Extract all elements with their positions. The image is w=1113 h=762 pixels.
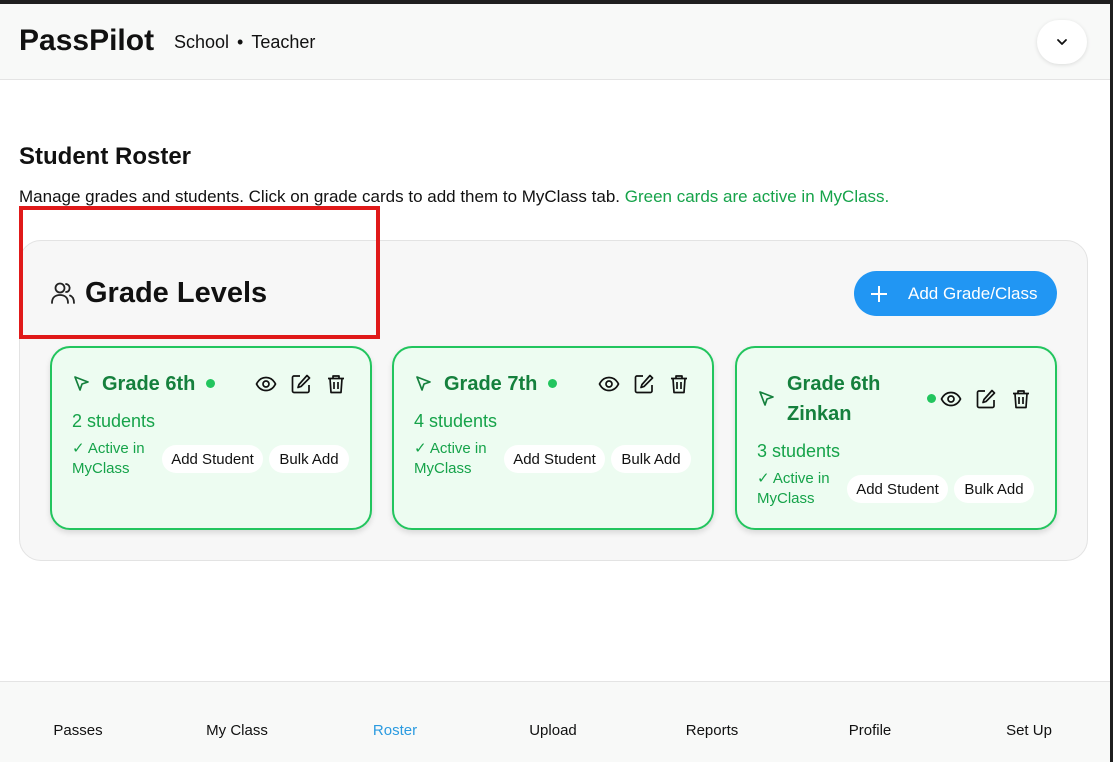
description-highlight: Green cards are active in MyClass. — [624, 187, 890, 206]
app-header: PassPilot School • Teacher — [0, 4, 1110, 80]
cursor-pointer-icon — [759, 391, 774, 406]
description-text: Manage grades and students. Click on gra… — [19, 187, 620, 206]
bulk-add-button[interactable]: Bulk Add — [954, 475, 1034, 503]
view-eye-icon[interactable] — [940, 388, 962, 410]
active-in-myclass-label: ✓ Active in MyClass — [72, 440, 145, 477]
trash-icon[interactable] — [668, 373, 690, 395]
grade-name: Grade 6th — [102, 373, 196, 395]
edit-icon[interactable] — [290, 373, 312, 395]
trash-icon[interactable] — [1010, 388, 1032, 410]
cursor-pointer-icon — [74, 376, 89, 391]
annotation-highlight-box — [19, 206, 380, 339]
nav-upload[interactable]: Upload — [529, 722, 577, 739]
cursor-pointer-icon — [416, 376, 431, 391]
account-menu-button[interactable] — [1037, 20, 1087, 64]
bulk-add-button[interactable]: Bulk Add — [269, 445, 349, 473]
bulk-add-button[interactable]: Bulk Add — [611, 445, 691, 473]
chevron-down-icon — [1057, 39, 1067, 45]
context-role: Teacher — [251, 32, 316, 52]
view-eye-icon[interactable] — [255, 373, 277, 395]
add-grade-class-button[interactable]: Add Grade/Class — [854, 271, 1057, 316]
nav-roster[interactable]: Roster — [373, 722, 417, 739]
page-description: Manage grades and students. Click on gra… — [19, 187, 889, 207]
context-label: School • Teacher — [174, 32, 315, 53]
add-student-button[interactable]: Add Student — [162, 445, 263, 473]
view-eye-icon[interactable] — [598, 373, 620, 395]
nav-passes[interactable]: Passes — [53, 722, 102, 739]
student-count: 2 students — [72, 411, 156, 431]
student-count: 3 students — [757, 441, 841, 461]
add-student-button[interactable]: Add Student — [847, 475, 948, 503]
edit-icon[interactable] — [975, 388, 997, 410]
grade-card[interactable]: Grade 7th 4 students ✓ Active in MyClass… — [392, 346, 714, 530]
context-school: School — [174, 32, 230, 52]
active-in-myclass-label: ✓ Active in MyClass — [757, 470, 830, 507]
page-title: Student Roster — [19, 143, 192, 170]
edit-icon[interactable] — [633, 373, 655, 395]
context-separator: • — [237, 32, 244, 52]
active-in-myclass-label: ✓ Active in MyClass — [414, 440, 487, 477]
active-status-dot — [206, 379, 215, 388]
add-student-button[interactable]: Add Student — [504, 445, 605, 473]
grade-name: Grade 6th Zinkan — [787, 373, 881, 425]
active-status-dot — [927, 394, 936, 403]
nav-my-class[interactable]: My Class — [206, 722, 268, 739]
nav-reports[interactable]: Reports — [686, 722, 739, 739]
active-status-dot — [548, 379, 557, 388]
app-logo: PassPilot — [19, 24, 155, 57]
add-grade-class-label: Add Grade/Class — [908, 283, 1038, 303]
grade-name: Grade 7th — [444, 373, 538, 395]
trash-icon[interactable] — [325, 373, 347, 395]
nav-profile[interactable]: Profile — [849, 722, 892, 739]
nav-set-up[interactable]: Set Up — [1006, 722, 1052, 739]
grade-card[interactable]: Grade 6th 2 students ✓ Active in MyClass… — [50, 346, 372, 530]
plus-icon — [871, 285, 887, 302]
bottom-nav: Passes My Class Roster Upload Reports Pr… — [0, 681, 1110, 762]
student-count: 4 students — [414, 411, 498, 431]
grade-card[interactable]: Grade 6th Zinkan 3 students ✓ Active in … — [735, 346, 1057, 530]
